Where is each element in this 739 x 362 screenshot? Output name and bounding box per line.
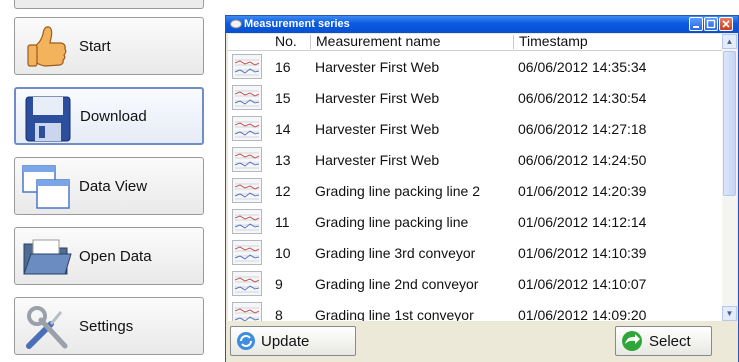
- row-number: 14: [275, 121, 291, 137]
- measurement-thumbnail-icon: [232, 116, 262, 141]
- table-row[interactable]: 15 Harvester First Web 06/06/2012 14:30:54: [228, 82, 722, 113]
- start-button[interactable]: Start: [14, 17, 204, 75]
- sidebar: Start Download Data View Open Data Setti…: [0, 0, 210, 362]
- close-icon: [722, 20, 730, 28]
- select-button[interactable]: Select: [615, 326, 712, 356]
- start-label: Start: [79, 37, 111, 55]
- maximize-icon: [706, 19, 716, 29]
- measurement-thumbnail-icon: [232, 54, 262, 79]
- update-label: Update: [261, 333, 310, 350]
- minimize-button[interactable]: [689, 17, 703, 31]
- row-timestamp: 06/06/2012 14:30:54: [518, 90, 647, 106]
- row-timestamp: 01/06/2012 14:10:07: [518, 276, 647, 292]
- row-number: 9: [275, 276, 283, 292]
- row-timestamp: 06/06/2012 14:27:18: [518, 121, 647, 137]
- row-measurement-name: Grading line 2nd conveyor: [315, 276, 479, 292]
- measurement-thumbnail-icon: [232, 271, 262, 296]
- row-number: 10: [275, 245, 291, 261]
- close-button[interactable]: [719, 17, 733, 31]
- column-divider[interactable]: [513, 35, 514, 49]
- row-measurement-name: Harvester First Web: [315, 90, 440, 106]
- row-measurement-name: Harvester First Web: [315, 121, 440, 137]
- sidebar-top-edge: [14, 0, 204, 9]
- row-timestamp: 01/06/2012 14:10:39: [518, 245, 647, 261]
- maximize-button[interactable]: [704, 17, 718, 31]
- measurement-list[interactable]: No. Measurement name Timestamp 16 Harvest…: [228, 34, 722, 321]
- measurement-series-window: Measurement series No. Measurement name …: [225, 15, 739, 362]
- select-label: Select: [649, 333, 691, 350]
- measurement-thumbnail-icon: [232, 147, 262, 172]
- column-header-no[interactable]: No.: [275, 34, 297, 49]
- row-measurement-name: Grading line packing line: [315, 214, 469, 230]
- row-number: 12: [275, 183, 291, 199]
- column-header-name[interactable]: Measurement name: [316, 34, 441, 49]
- measurement-thumbnail-icon: [232, 302, 262, 321]
- settings-label: Settings: [79, 317, 134, 335]
- row-number: 8: [275, 307, 283, 321]
- column-divider[interactable]: [310, 35, 311, 49]
- refresh-icon: [237, 332, 255, 350]
- measurement-thumbnail-icon: [232, 209, 262, 234]
- window-title: Measurement series: [244, 18, 350, 30]
- download-button[interactable]: Download: [14, 87, 204, 145]
- row-timestamp: 06/06/2012 14:24:50: [518, 152, 647, 168]
- row-measurement-name: Grading line 3rd conveyor: [315, 245, 476, 261]
- row-number: 11: [275, 214, 290, 230]
- row-timestamp: 01/06/2012 14:12:14: [518, 214, 647, 230]
- list-header: No. Measurement name Timestamp: [228, 34, 722, 51]
- table-row[interactable]: 10 Grading line 3rd conveyor 01/06/2012 14…: [228, 237, 722, 268]
- row-measurement-name: Grading line 1st conveyor: [315, 307, 474, 321]
- update-button[interactable]: Update: [230, 326, 356, 356]
- table-row[interactable]: 16 Harvester First Web 06/06/2012 14:35:34: [228, 51, 722, 82]
- minimize-icon: [693, 26, 699, 28]
- measurement-thumbnail-icon: [232, 178, 262, 203]
- table-row[interactable]: 11 Grading line packing line 01/06/2012 14…: [228, 206, 722, 237]
- data-view-button[interactable]: Data View: [14, 157, 204, 215]
- measurement-thumbnail-icon: [232, 85, 262, 110]
- row-number: 15: [275, 90, 291, 106]
- folder-icon: [23, 239, 72, 275]
- row-timestamp: 01/06/2012 14:20:39: [518, 183, 647, 199]
- app-icon: [230, 19, 242, 29]
- scroll-up-button[interactable]: ▲: [722, 34, 737, 49]
- window-titlebar[interactable]: Measurement series: [226, 16, 738, 33]
- table-row[interactable]: 14 Harvester First Web 06/06/2012 14:27:18: [228, 113, 722, 144]
- scroll-thumb[interactable]: [723, 51, 736, 196]
- column-header-timestamp[interactable]: Timestamp: [519, 34, 588, 49]
- button-bar: Update Select: [226, 321, 738, 362]
- thumbs-up-icon: [27, 26, 67, 67]
- measurement-thumbnail-icon: [232, 240, 262, 265]
- row-measurement-name: Harvester First Web: [315, 152, 440, 168]
- windows-icon: [22, 165, 70, 209]
- row-number: 16: [275, 59, 291, 75]
- row-timestamp: 01/06/2012 14:09:20: [518, 307, 647, 321]
- table-row[interactable]: 9 Grading line 2nd conveyor 01/06/2012 14:…: [228, 268, 722, 299]
- row-measurement-name: Harvester First Web: [315, 59, 440, 75]
- row-measurement-name: Grading line packing line 2: [315, 183, 480, 199]
- open-data-label: Open Data: [79, 247, 152, 265]
- floppy-disk-icon: [25, 96, 71, 142]
- row-number: 13: [275, 152, 291, 168]
- table-row[interactable]: 13 Harvester First Web 06/06/2012 14:24:50: [228, 144, 722, 175]
- vertical-scrollbar[interactable]: ▲ ▼: [722, 34, 737, 321]
- green-arrow-icon: [622, 331, 642, 351]
- open-data-button[interactable]: Open Data: [14, 227, 204, 285]
- tools-icon: [26, 306, 68, 349]
- data-view-label: Data View: [79, 177, 148, 195]
- settings-button[interactable]: Settings: [14, 297, 204, 355]
- table-row[interactable]: 12 Grading line packing line 2 01/06/2012 …: [228, 175, 722, 206]
- table-row[interactable]: 8 Grading line 1st conveyor 01/06/2012 14:…: [228, 299, 722, 321]
- scroll-down-button[interactable]: ▼: [722, 306, 737, 321]
- row-timestamp: 06/06/2012 14:35:34: [518, 59, 647, 75]
- download-label: Download: [80, 107, 147, 125]
